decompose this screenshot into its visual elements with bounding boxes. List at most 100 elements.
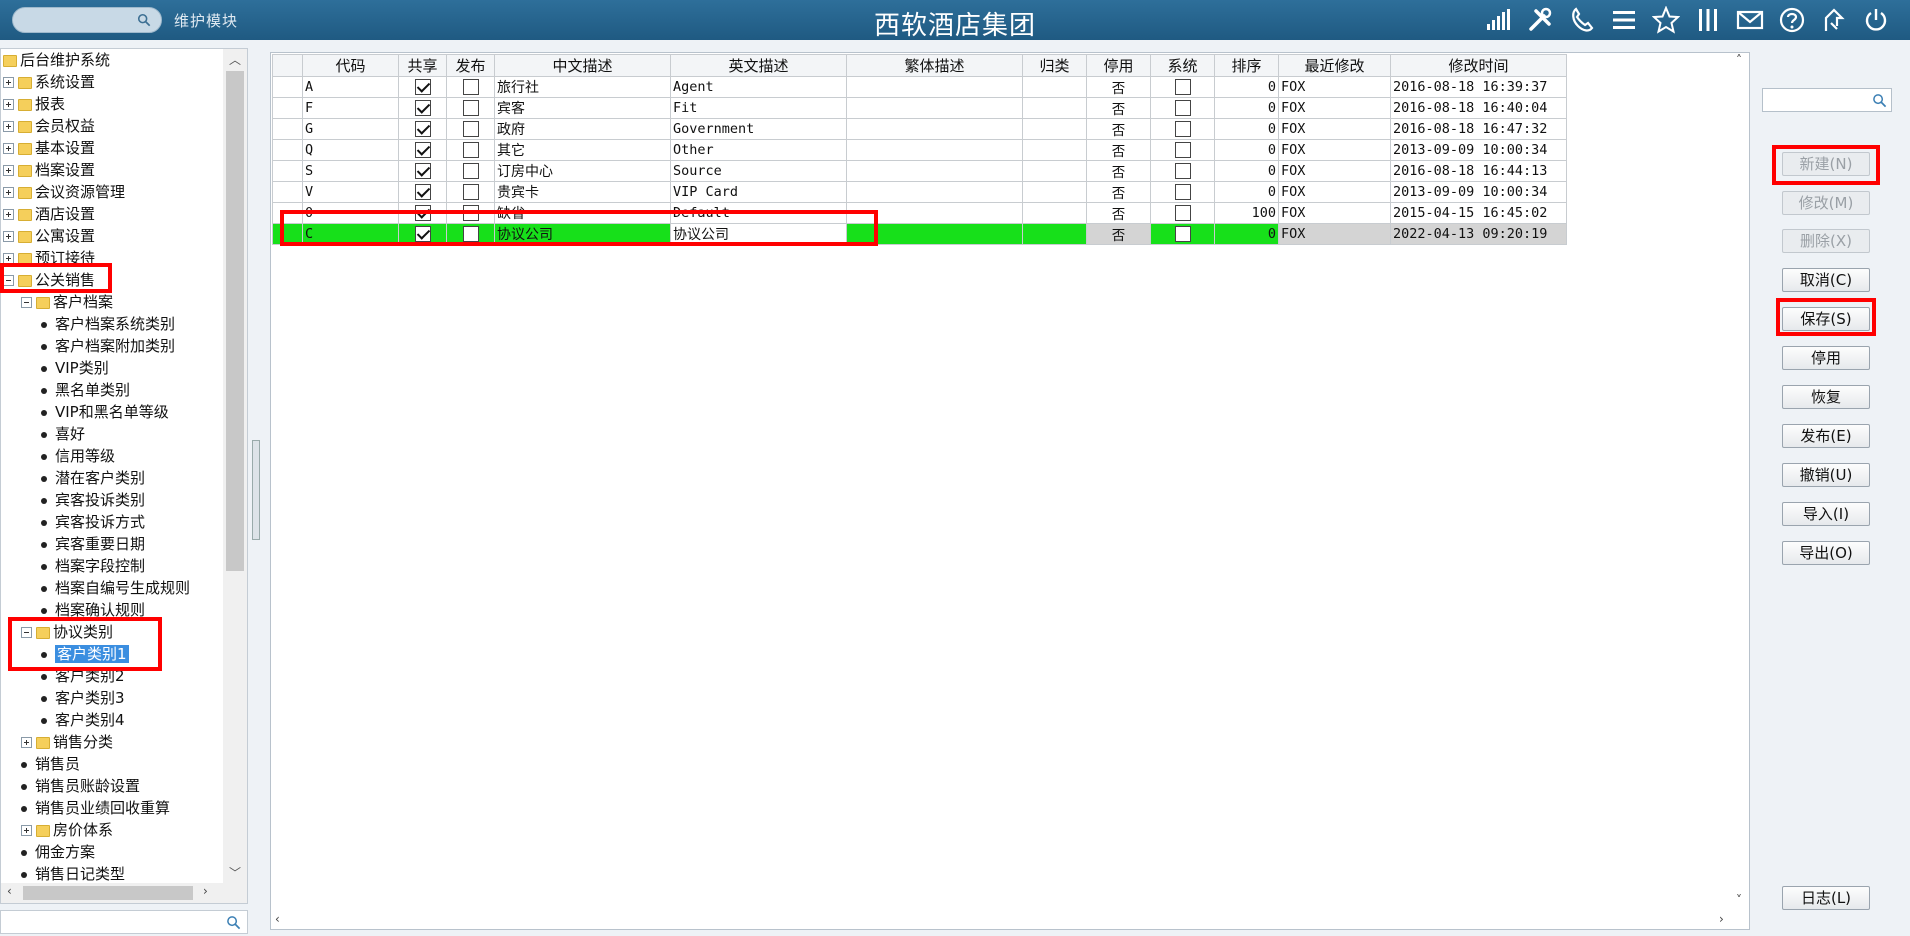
tree-node[interactable]: 客户类别3 [41,687,125,709]
cell-modified-by[interactable]: FOX [1278,223,1391,245]
cell-modified-time[interactable]: 2022-04-13 09:20:19 [1390,223,1567,245]
cell-code[interactable]: A [302,76,399,98]
cell-en-desc[interactable]: Government [670,118,847,140]
cell-publish[interactable] [446,160,495,182]
cell-share[interactable] [398,97,447,119]
share-checkbox[interactable] [414,226,431,242]
cell-system[interactable] [1150,202,1215,224]
cell-en-desc[interactable]: VIP Card [670,181,847,203]
column-header[interactable]: 中文描述 [494,54,671,77]
cell-halt[interactable]: 否 [1086,160,1151,182]
publish-checkbox[interactable] [462,121,479,137]
share-checkbox[interactable] [414,163,431,179]
cell-sort[interactable]: 0 [1214,118,1279,140]
table-row[interactable]: A 旅行社 Agent 否 0 FOX 2016-08-18 16:39:37 [272,76,1567,98]
cell-modified-time[interactable]: 2016-08-18 16:47:32 [1390,118,1567,140]
collapse-icon[interactable] [21,627,32,638]
cell-category[interactable] [1022,118,1087,140]
table-row[interactable]: F 宾客 Fit 否 0 FOX 2016-08-18 16:40:04 [272,97,1567,119]
expand-icon[interactable] [3,77,14,88]
expand-icon[interactable] [3,231,14,242]
table-row[interactable]: 0 缺省 Default 否 100 FOX 2015-04-15 16:45:02 [272,202,1567,224]
publish-checkbox[interactable] [462,79,479,95]
cell-category[interactable] [1022,97,1087,119]
new-button[interactable]: 新建(N) [1782,152,1870,176]
row-indicator[interactable] [272,160,303,182]
tree-node[interactable]: 会议资源管理 [3,181,125,203]
cell-publish[interactable] [446,223,495,245]
table-row[interactable]: Q 其它 Other 否 0 FOX 2013-09-09 10:00:34 [272,139,1567,161]
tree-node[interactable]: 客户类别1 [41,643,129,665]
column-header[interactable]: 排序 [1214,54,1279,77]
restore-button[interactable]: 恢复 [1782,385,1870,409]
cell-halt[interactable]: 否 [1086,76,1151,98]
tree-node[interactable]: 公寓设置 [3,225,95,247]
tree-node[interactable]: 潜在客户类别 [41,467,145,489]
system-checkbox[interactable] [1174,163,1191,179]
grid-horizontal-scrollbar[interactable]: ‹ › [271,912,1733,929]
tree-node[interactable]: 宾客投诉类别 [41,489,145,511]
tree-node[interactable]: 销售员 [21,753,80,775]
star-icon[interactable] [1650,4,1682,36]
column-header[interactable]: 英文描述 [670,54,847,77]
system-checkbox[interactable] [1174,226,1191,242]
row-indicator[interactable] [272,118,303,140]
tree-node[interactable]: 档案自编号生成规则 [41,577,190,599]
halt-button[interactable]: 停用 [1782,346,1870,370]
cell-share[interactable] [398,181,447,203]
column-header[interactable]: 发布 [446,54,495,77]
cell-modified-by[interactable]: FOX [1278,118,1391,140]
scroll-left-icon[interactable]: ‹ [275,912,280,926]
export-button[interactable]: 导出(O) [1782,541,1870,565]
column-header[interactable]: 系统 [1150,54,1215,77]
scroll-thumb[interactable] [23,886,193,900]
table-row[interactable]: S 订房中心 Source 否 0 FOX 2016-08-18 16:44:13 [272,160,1567,182]
scroll-up-icon[interactable]: ︿ [227,51,243,67]
tree-node[interactable]: 后台维护系统 [3,49,110,71]
cell-zh-desc[interactable]: 订房中心 [494,160,671,182]
tree-node[interactable]: 档案确认规则 [41,599,145,621]
tree-node[interactable]: 报表 [3,93,65,115]
tree-node[interactable]: 信用等级 [41,445,115,467]
cell-tw-desc[interactable] [846,76,1023,98]
publish-button[interactable]: 发布(E) [1782,424,1870,448]
row-indicator[interactable] [272,139,303,161]
scroll-down-icon[interactable]: ˅ [1736,893,1742,907]
cell-tw-desc[interactable] [846,97,1023,119]
tree-node[interactable]: 客户类别4 [41,709,125,731]
tree-horizontal-scrollbar[interactable]: ‹ › [1,883,247,903]
save-button[interactable]: 保存(S) [1782,307,1870,331]
log-button[interactable]: 日志(L) [1782,886,1870,910]
tree-node[interactable]: 档案设置 [3,159,95,181]
columns-icon[interactable] [1692,4,1724,36]
cell-code[interactable]: C [302,223,399,245]
tree-node[interactable]: 预订接待 [3,247,95,269]
expand-icon[interactable] [3,165,14,176]
cell-code[interactable]: S [302,160,399,182]
cell-en-desc[interactable]: 协议公司 [670,223,847,245]
cell-tw-desc[interactable] [846,118,1023,140]
cell-share[interactable] [398,139,447,161]
expand-icon[interactable] [3,187,14,198]
share-checkbox[interactable] [414,100,431,116]
row-indicator[interactable] [272,223,303,245]
cell-tw-desc[interactable] [846,139,1023,161]
cell-en-desc[interactable]: Other [670,139,847,161]
expand-icon[interactable] [3,253,14,264]
expand-icon[interactable] [3,209,14,220]
tree-node[interactable]: 宾客投诉方式 [41,511,145,533]
quick-search-input[interactable] [1762,88,1892,112]
cell-modified-time[interactable]: 2016-08-18 16:40:04 [1390,97,1567,119]
tree-node[interactable]: VIP和黑名单等级 [41,401,169,423]
cell-modified-by[interactable]: FOX [1278,76,1391,98]
row-indicator[interactable] [272,202,303,224]
scroll-down-icon[interactable]: ﹀ [227,864,243,880]
tree-vertical-scrollbar[interactable]: ︿ ﹀ [223,49,247,885]
cell-code[interactable]: Q [302,139,399,161]
column-header[interactable]: 修改时间 [1390,54,1567,77]
cell-system[interactable] [1150,97,1215,119]
tree-node[interactable]: 客户档案附加类别 [41,335,175,357]
cell-modified-by[interactable]: FOX [1278,160,1391,182]
cell-sort[interactable]: 0 [1214,139,1279,161]
column-header[interactable]: 最近修改 [1278,54,1391,77]
